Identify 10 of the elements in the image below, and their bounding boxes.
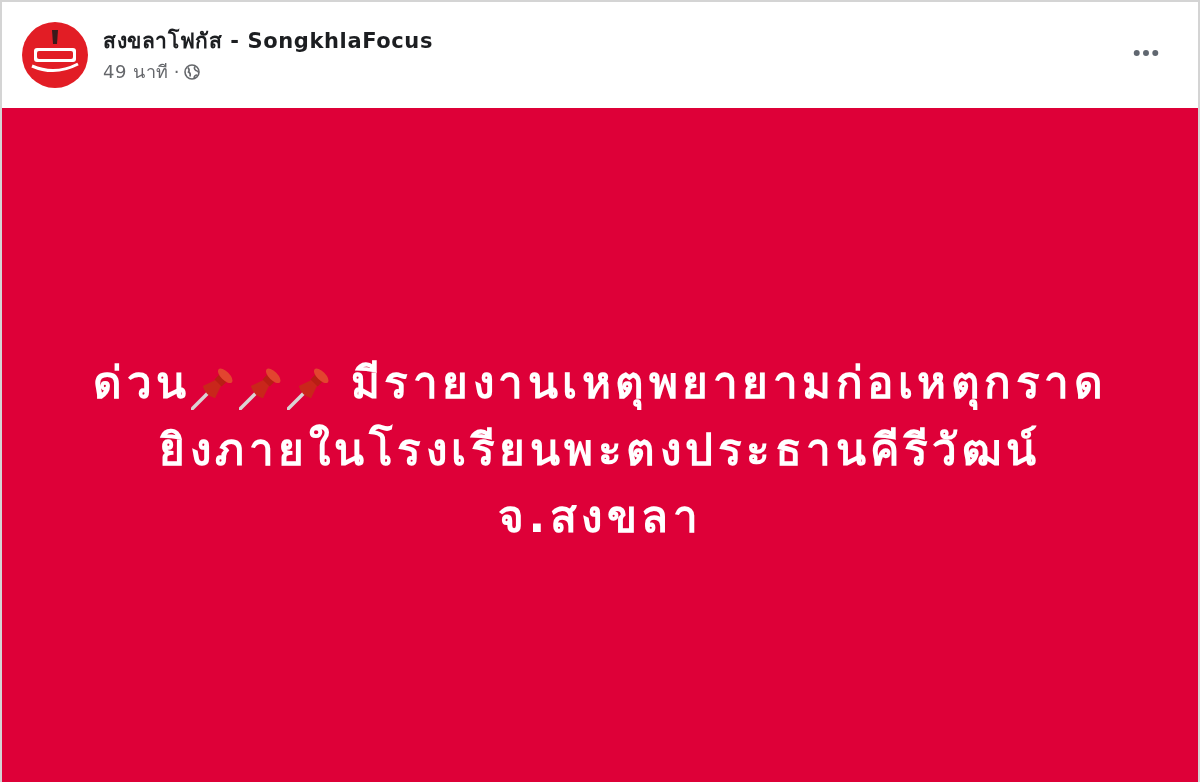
post-text: ยิงภายในโรงเรียนพะตงประธานคีรีวัฒน์ xyxy=(159,423,1041,477)
post-text: มีรายงานเหตุพยายามก่อเหตุกราด xyxy=(350,356,1107,412)
page-logo-avatar[interactable] xyxy=(22,22,88,88)
more-options-icon[interactable] xyxy=(1133,49,1159,57)
meta-separator: · xyxy=(173,61,180,83)
post-time-link[interactable]: 49 นาที xyxy=(103,61,169,83)
post-text: จ.สงขลา xyxy=(497,490,703,544)
globe-icon xyxy=(184,64,201,80)
post-text: ด่วน xyxy=(93,356,191,410)
page-name-link[interactable]: สงขลาโฟกัส - SongkhlaFocus xyxy=(103,28,433,55)
